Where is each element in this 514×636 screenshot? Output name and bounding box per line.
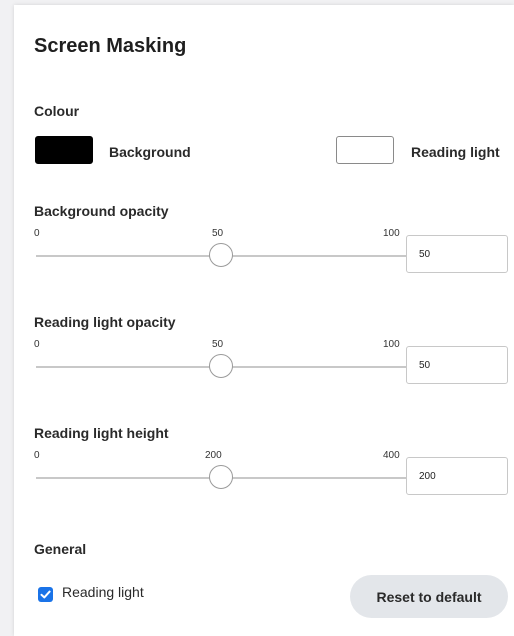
checkmark-icon xyxy=(40,590,51,599)
slider-min-label: 0 xyxy=(34,450,40,461)
reading-light-height-slider-group: Reading light height 0 200 400 xyxy=(34,425,514,515)
background-opacity-input[interactable] xyxy=(406,235,508,273)
slider-thumb[interactable] xyxy=(209,354,233,378)
slider-mid-label: 50 xyxy=(212,339,224,350)
slider-mid-label: 50 xyxy=(212,228,224,239)
slider-title: Reading light opacity xyxy=(34,314,176,330)
background-colour-label: Background xyxy=(109,144,191,160)
reading-light-checkbox-label: Reading light xyxy=(62,584,144,600)
slider-max-label: 100 xyxy=(383,339,400,350)
background-opacity-slider-group: Background opacity 0 50 100 xyxy=(34,203,514,293)
reading-light-colour-swatch[interactable] xyxy=(336,136,394,164)
reading-light-checkbox[interactable] xyxy=(38,587,53,602)
slider-title: Background opacity xyxy=(34,203,169,219)
general-heading: General xyxy=(34,541,87,557)
page-title: Screen Masking xyxy=(34,35,187,57)
reading-light-height-input[interactable] xyxy=(406,457,508,495)
colour-heading: Colour xyxy=(34,103,80,119)
reset-to-default-button[interactable]: Reset to default xyxy=(350,575,508,618)
slider-min-label: 0 xyxy=(34,339,40,350)
slider-max-label: 400 xyxy=(383,450,400,461)
screen-masking-panel: Screen Masking Colour Background Reading… xyxy=(14,5,514,636)
background-colour-swatch[interactable] xyxy=(35,136,93,164)
slider-min-label: 0 xyxy=(34,228,40,239)
reading-light-opacity-slider-group: Reading light opacity 0 50 100 xyxy=(34,314,514,404)
slider-thumb[interactable] xyxy=(209,465,233,489)
slider-title: Reading light height xyxy=(34,425,169,441)
slider-mid-label: 200 xyxy=(205,450,222,461)
reading-light-colour-label: Reading light xyxy=(411,144,500,160)
reading-light-opacity-input[interactable] xyxy=(406,346,508,384)
slider-thumb[interactable] xyxy=(209,243,233,267)
slider-max-label: 100 xyxy=(383,228,400,239)
